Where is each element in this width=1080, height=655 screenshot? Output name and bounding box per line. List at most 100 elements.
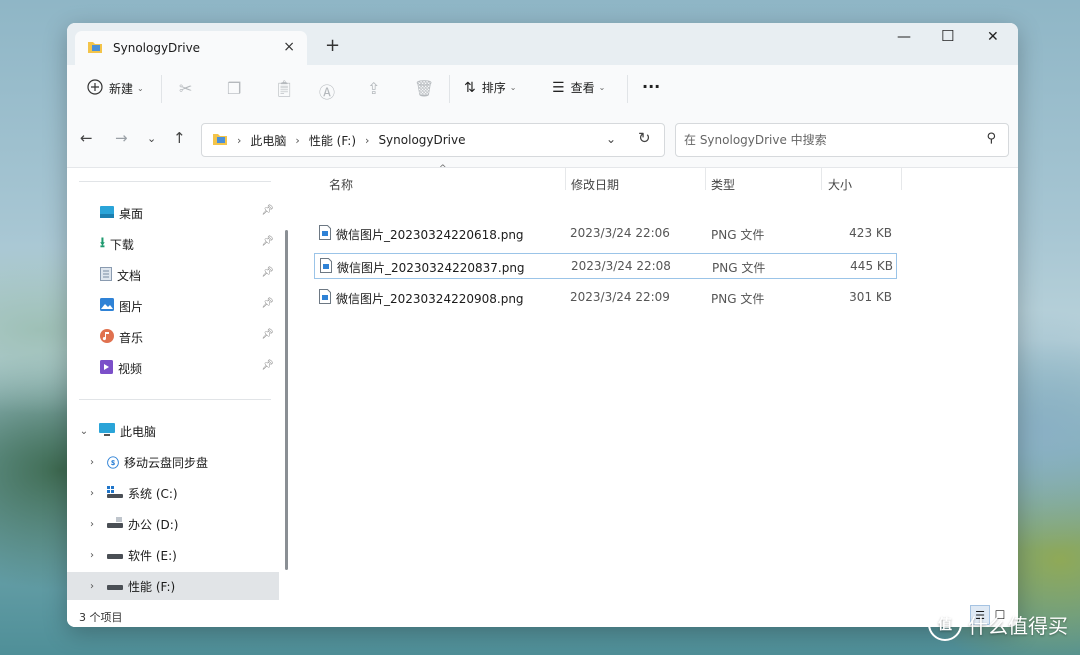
breadcrumb-chevron-icon: › [237,133,242,147]
quick-access-download[interactable]: ⭳ 下载 📌︎ [100,232,280,256]
view-button[interactable]: ☰ 查看 ⌄ [552,79,605,96]
column-header-size[interactable]: 大小 [828,172,852,196]
tree-label: 系统 (C:) [128,486,178,501]
pin-icon[interactable]: 📌︎ [261,205,274,216]
tab-synologydrive[interactable]: SynologyDrive × [75,31,307,65]
document-icon [100,266,112,284]
view-label: 查看 [570,81,595,95]
column-divider[interactable] [901,168,902,190]
pin-icon[interactable]: 📌︎ [261,298,274,309]
sidebar-scrollbar[interactable] [285,230,288,570]
chevron-down-icon[interactable]: ⌄ [77,426,91,437]
back-button[interactable]: ← [80,129,93,147]
chevron-right-icon[interactable]: › [85,488,99,499]
new-button[interactable]: 新建 ⌄ [87,79,144,98]
copy-icon[interactable]: ❐ [227,79,241,98]
table-row[interactable]: 微信图片_20230324220908.png 2023/3/24 22:09 … [314,285,897,311]
tree-item-drive-d[interactable]: › 办公 (D:) [67,510,279,538]
quick-access-label: 音乐 [119,330,144,345]
chevron-right-icon[interactable]: › [85,519,99,530]
column-header-date[interactable]: 修改日期 [571,172,619,196]
tree-label: 软件 (E:) [128,548,177,563]
file-size: 423 KB [849,226,892,240]
breadcrumb-drive-f[interactable]: 性能 (F:) [309,132,356,149]
png-file-icon [320,258,332,276]
pin-icon[interactable]: 📌︎ [261,236,274,247]
watermark-logo: 值 什么值得买 [928,607,1068,641]
column-header-type[interactable]: 类型 [711,172,735,196]
folder-icon [212,132,228,149]
address-row: ← → ⌄ ↑ › 此电脑 › 性能 (F:) › SynologyDrive … [67,115,1018,168]
add-circle-icon [87,79,103,98]
column-divider[interactable] [565,168,566,190]
tree-item-drive-e[interactable]: › 软件 (E:) [67,541,279,569]
file-explorer-window: SynologyDrive × + — ☐ ✕ 新建 ⌄ ✂ ❐ 📋︎ Ⓐ ⇪ … [67,23,1018,627]
cut-icon[interactable]: ✂ [179,79,192,98]
file-type: PNG 文件 [712,261,766,275]
chevron-down-icon: ⌄ [137,84,144,93]
table-row[interactable]: 微信图片_20230324220618.png 2023/3/24 22:06 … [314,221,897,247]
search-input[interactable] [682,129,976,151]
chevron-right-icon[interactable]: › [85,457,99,468]
quick-access-music[interactable]: 音乐 📌︎ [100,325,280,349]
toolbar-divider [627,75,628,103]
column-divider[interactable] [821,168,822,190]
pc-icon [99,423,115,439]
column-divider[interactable] [705,168,706,190]
chevron-right-icon[interactable]: › [85,581,99,592]
share-icon[interactable]: ⇪ [367,79,380,98]
command-bar: 新建 ⌄ ✂ ❐ 📋︎ Ⓐ ⇪ 🗑︎ ⇅ 排序 ⌄ ☰ 查看 ⌄ ··· [67,65,1018,115]
more-options-button[interactable]: ··· [642,77,660,96]
file-size: 301 KB [849,290,892,304]
quick-access-videos[interactable]: 视频 📌︎ [100,356,280,380]
maximize-button[interactable]: ☐ [941,27,954,45]
tree-item-this-pc[interactable]: ⌄ 此电脑 [67,417,279,445]
pin-icon[interactable]: 📌︎ [261,360,274,371]
new-tab-button[interactable]: + [325,35,340,56]
file-date: 2023/3/24 22:09 [570,290,670,304]
quick-access-pictures[interactable]: 图片 📌︎ [100,294,280,318]
breadcrumb-synologydrive[interactable]: SynologyDrive [378,133,465,147]
navigation-pane: 桌面 📌︎ ⭳ 下载 📌︎ 文档 📌︎ 图片 📌︎ 音乐 📌︎ 视频 📌︎ ⌄ … [67,168,293,605]
tree-item-cloud-drive[interactable]: › ⓢ 移动云盘同步盘 [67,448,279,476]
new-label: 新建 [109,82,134,96]
video-icon [100,359,113,377]
status-bar: 3 个项目 ☰ ☐ [67,605,1018,627]
png-file-icon [319,289,331,307]
delete-icon[interactable]: 🗑︎ [414,79,434,98]
column-header-name[interactable]: 名称 [329,172,353,196]
paste-icon[interactable]: 📋︎ [274,79,294,98]
search-icon[interactable]: ⚲ [986,131,996,146]
chevron-down-icon: ⌄ [509,83,517,92]
up-button[interactable]: ↑ [173,129,186,147]
address-bar[interactable]: › 此电脑 › 性能 (F:) › SynologyDrive ⌄ ↻ [201,123,665,157]
pin-icon[interactable]: 📌︎ [261,329,274,340]
sidebar-divider [79,181,271,182]
quick-access-desktop[interactable]: 桌面 📌︎ [100,201,280,225]
file-type: PNG 文件 [711,228,765,242]
close-window-button[interactable]: ✕ [987,29,999,45]
quick-access-documents[interactable]: 文档 📌︎ [100,263,280,287]
table-row[interactable]: 微信图片_20230324220837.png 2023/3/24 22:08 … [314,253,897,279]
minimize-button[interactable]: — [897,29,911,45]
tree-label: 办公 (D:) [128,517,179,532]
rename-icon[interactable]: Ⓐ [319,79,335,103]
tree-item-drive-f[interactable]: › 性能 (F:) [67,572,279,600]
refresh-icon[interactable]: ↻ [638,129,651,147]
pin-icon[interactable]: 📌︎ [261,267,274,278]
search-box[interactable]: ⚲ [675,123,1009,157]
recent-locations-button[interactable]: ⌄ [147,132,156,145]
drive-icon [107,579,123,594]
breadcrumb-chevron-icon: › [365,133,370,147]
chevron-right-icon[interactable]: › [85,550,99,561]
close-tab-icon[interactable]: × [283,39,295,55]
sort-button[interactable]: ⇅ 排序 ⌄ [464,79,516,96]
address-history-dropdown[interactable]: ⌄ [606,132,616,146]
drive-icon [107,516,123,532]
quick-access-label: 图片 [119,299,144,314]
forward-button[interactable]: → [115,129,128,147]
breadcrumb-this-pc[interactable]: 此电脑 [250,132,286,149]
breadcrumb-chevron-icon: › [295,133,300,147]
quick-access-label: 桌面 [119,206,144,221]
tree-item-drive-c[interactable]: › 系统 (C:) [67,479,279,507]
